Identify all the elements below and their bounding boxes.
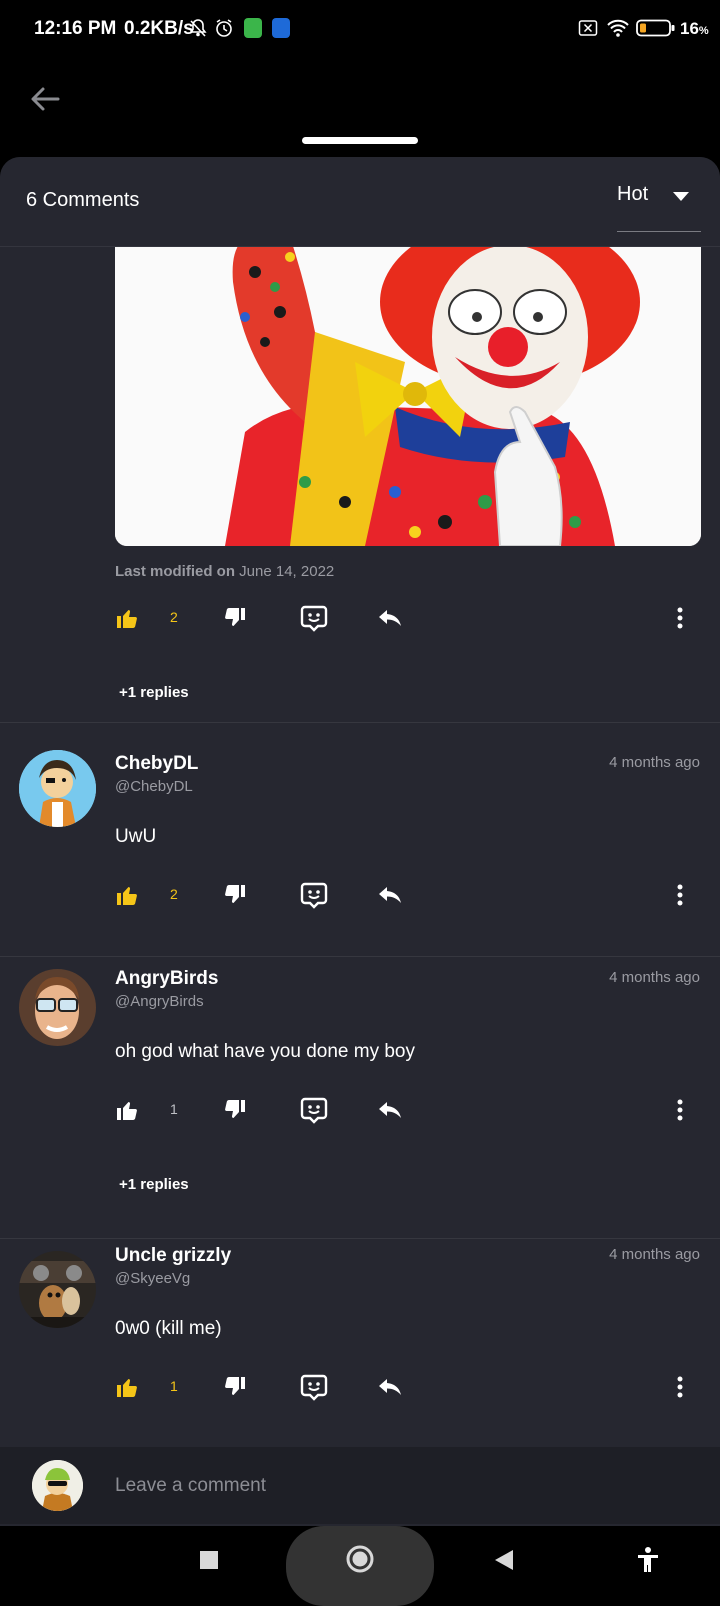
comment-timestamp: 4 months ago xyxy=(609,754,700,771)
last-modified: Last modified on June 14, 2022 xyxy=(115,563,335,580)
emoji-reaction-icon[interactable] xyxy=(300,1096,328,1124)
status-network-speed: 0.2KB/s xyxy=(124,18,194,39)
reply-icon[interactable] xyxy=(377,1098,403,1122)
battery-percent: 16% xyxy=(680,19,709,38)
sort-value: Hot xyxy=(617,183,649,205)
accessibility-icon[interactable] xyxy=(636,1546,660,1574)
thumbs-down-icon[interactable] xyxy=(223,1375,247,1399)
comment-composer xyxy=(0,1447,720,1524)
comment-author-name[interactable]: ChebyDL xyxy=(115,753,198,775)
comment-timestamp: 4 months ago xyxy=(609,1246,700,1263)
thumbs-down-icon[interactable] xyxy=(223,606,247,630)
home-circle-icon[interactable] xyxy=(345,1544,375,1574)
more-vert-icon[interactable] xyxy=(670,1098,690,1122)
comment-timestamp: 4 months ago xyxy=(609,969,700,986)
comment-text: 0w0 (kill me) xyxy=(115,1318,222,1339)
comment-actions: 2 xyxy=(115,875,705,915)
reply-icon[interactable] xyxy=(377,606,403,630)
emoji-reaction-icon[interactable] xyxy=(300,604,328,632)
emoji-reaction-icon[interactable] xyxy=(300,881,328,909)
app-notification-blue-icon xyxy=(272,18,290,38)
mute-bell-icon xyxy=(189,19,207,37)
comment-input[interactable] xyxy=(113,1469,677,1503)
back-triangle-icon[interactable] xyxy=(493,1548,515,1572)
replies-link[interactable]: +1 replies xyxy=(119,684,189,701)
no-sim-icon xyxy=(578,20,598,36)
system-nav-bar xyxy=(0,1526,720,1606)
divider xyxy=(0,722,720,723)
like-count: 2 xyxy=(170,609,178,625)
avatar[interactable] xyxy=(19,1251,96,1328)
comments-sheet: 6 Comments Hot Last modified on June 14,… xyxy=(0,157,720,1527)
more-vert-icon[interactable] xyxy=(670,606,690,630)
reply-icon[interactable] xyxy=(377,1375,403,1399)
comment-author-handle: @AngryBirds xyxy=(115,993,204,1010)
sort-dropdown[interactable]: Hot xyxy=(617,177,701,232)
comments-count: 6 Comments xyxy=(26,189,140,211)
thumbs-down-icon[interactable] xyxy=(223,883,247,907)
comment-author-handle: @ChebyDL xyxy=(115,778,193,795)
thumbs-up-icon[interactable] xyxy=(115,883,139,907)
status-time: 12:16 PM xyxy=(34,18,117,39)
comment-text: oh god what have you done my boy xyxy=(115,1041,415,1062)
more-vert-icon[interactable] xyxy=(670,883,690,907)
comments-header: 6 Comments Hot xyxy=(0,157,720,247)
sheet-drag-handle[interactable] xyxy=(302,137,418,144)
thumbs-up-icon[interactable] xyxy=(115,606,139,630)
comment-actions: 1 xyxy=(115,1090,705,1130)
app-notification-green-icon xyxy=(244,18,262,38)
thumbs-up-icon[interactable] xyxy=(115,1375,139,1399)
comment-text: UwU xyxy=(115,826,157,847)
divider xyxy=(0,1238,720,1239)
like-count: 1 xyxy=(170,1101,178,1117)
like-count: 2 xyxy=(170,886,178,902)
stop-square-icon[interactable] xyxy=(199,1550,219,1570)
post-actions: 2 xyxy=(115,598,705,638)
like-count: 1 xyxy=(170,1378,178,1394)
avatar[interactable] xyxy=(19,969,96,1046)
thumbs-up-icon[interactable] xyxy=(115,1098,139,1122)
more-vert-icon[interactable] xyxy=(670,1375,690,1399)
post-image[interactable] xyxy=(115,242,701,546)
caret-down-icon xyxy=(673,192,689,201)
wifi-icon xyxy=(607,19,629,37)
alarm-icon xyxy=(216,19,232,37)
comment-author-handle: @SkyeeVg xyxy=(115,1270,191,1287)
emoji-reaction-icon[interactable] xyxy=(300,1373,328,1401)
clown-photo xyxy=(115,242,701,546)
replies-link[interactable]: +1 replies xyxy=(119,1176,189,1193)
status-bar: 12:16 PM 0.2KB/s 16% xyxy=(0,0,720,58)
avatar[interactable] xyxy=(19,750,96,827)
comment-author-name[interactable]: AngryBirds xyxy=(115,968,218,990)
avatar xyxy=(32,1460,83,1511)
battery-icon xyxy=(636,19,675,37)
thumbs-down-icon[interactable] xyxy=(223,1098,247,1122)
comment-author-name[interactable]: Uncle grizzly xyxy=(115,1245,231,1267)
back-arrow-icon[interactable] xyxy=(28,82,62,116)
comment-actions: 1 xyxy=(115,1367,705,1407)
reply-icon[interactable] xyxy=(377,883,403,907)
divider xyxy=(0,956,720,957)
